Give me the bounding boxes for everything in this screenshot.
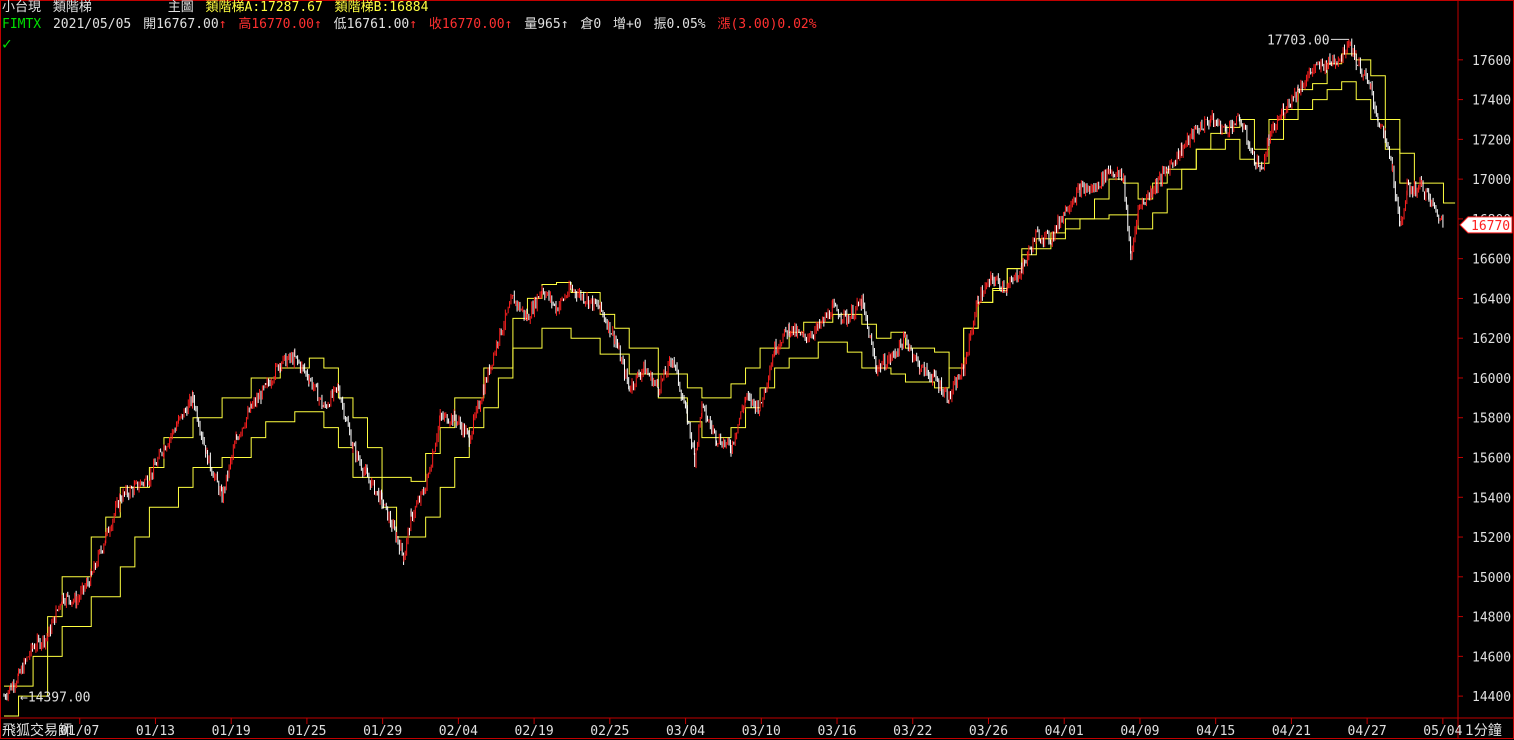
interval-button[interactable]: 1分鐘 <box>1465 720 1502 740</box>
x-tick-label: 03/22 <box>893 724 932 739</box>
indicator-name: 類階梯 <box>52 0 92 15</box>
symbol-name: 小台現 <box>2 0 42 15</box>
x-tick-label: 03/16 <box>817 724 856 739</box>
y-tick-label: 14800 <box>1472 611 1511 626</box>
checkmark-icon[interactable]: ✓ <box>2 36 12 52</box>
brand-label: 飛狐交易師 <box>2 723 72 739</box>
y-tick-label: 15400 <box>1472 491 1511 506</box>
x-tick-label: 04/27 <box>1348 724 1387 739</box>
x-tick-label: 03/04 <box>666 724 705 739</box>
up-arrow-icon: ↑ <box>313 17 322 32</box>
quote-date: 2021/05/05 <box>52 17 132 32</box>
y-tick-label: 16600 <box>1472 253 1511 268</box>
y-tick-label: 15000 <box>1472 571 1511 586</box>
x-tick-label: 01/13 <box>136 724 175 739</box>
last-price-label: 16770 <box>1471 219 1510 234</box>
ladder-line-a <box>4 53 1456 687</box>
x-tick-label: 04/15 <box>1196 724 1235 739</box>
x-tick-label: 01/29 <box>363 724 402 739</box>
panel-label: 主圖 <box>167 0 194 15</box>
y-tick-label: 14400 <box>1472 690 1511 705</box>
up-arrow-icon: ↑ <box>560 17 569 32</box>
low-value: 低16761.00 <box>333 17 410 32</box>
open-value: 開16767.00 <box>143 17 219 32</box>
x-tick-label: 04/01 <box>1045 724 1084 739</box>
y-tick-label: 15600 <box>1472 452 1511 467</box>
up-arrow-icon: ↑ <box>504 17 513 32</box>
open-interest-value: 倉0 <box>580 17 602 32</box>
y-tick-label: 17200 <box>1472 133 1511 148</box>
volume-value: 量965 <box>524 17 561 32</box>
y-tick-label: 17000 <box>1472 173 1511 188</box>
x-tick-label: 01/25 <box>287 724 326 739</box>
x-tick-label: 02/19 <box>515 724 554 739</box>
min-price-label: ←14397.00 <box>20 691 90 706</box>
y-tick-label: 17400 <box>1472 94 1511 109</box>
ladder-line-b <box>4 81 1412 717</box>
x-tick-label: 04/21 <box>1272 724 1311 739</box>
up-arrow-icon: ↑ <box>409 17 418 32</box>
title-row: 小台現 類階梯 主圖 類階梯A:17287.67 類階梯B:16884 <box>2 0 432 16</box>
x-tick-label: 04/09 <box>1120 724 1159 739</box>
high-value: 高16770.00 <box>238 17 314 32</box>
y-tick-label: 15200 <box>1472 531 1511 546</box>
quote-row: FIMTX 2021/05/05 開16767.00↑ 高16770.00↑ 低… <box>2 17 821 33</box>
oi-change-value: 增+0 <box>613 17 642 32</box>
x-tick-label: 01/19 <box>212 724 251 739</box>
x-tick-label: 02/25 <box>590 724 629 739</box>
ladder-b-value: 類階梯B:16884 <box>334 0 429 15</box>
y-tick-label: 17600 <box>1472 54 1511 69</box>
amplitude-value: 振0.05% <box>653 17 706 32</box>
change-value: 漲(3.00)0.02% <box>717 17 817 32</box>
x-tick-label: 02/04 <box>439 724 478 739</box>
max-price-label: 17703.00 <box>1267 33 1330 48</box>
y-tick-label: 16400 <box>1472 292 1511 307</box>
y-tick-label: 16000 <box>1472 372 1511 387</box>
close-value: 收16770.00 <box>428 17 505 32</box>
symbol-code: FIMTX <box>2 17 42 32</box>
up-arrow-icon: ↑ <box>218 17 227 32</box>
ladder-a-value: 類階梯A:17287.67 <box>205 0 323 15</box>
y-tick-label: 14600 <box>1472 650 1511 665</box>
x-tick-label: 05/04 <box>1423 724 1462 739</box>
price-chart[interactable]: 14400 14600 14800 15000 15200 15400 15600 15800… <box>0 0 1514 739</box>
x-tick-label: 03/26 <box>969 724 1008 739</box>
y-tick-label: 16200 <box>1472 332 1511 347</box>
y-tick-label: 15800 <box>1472 412 1511 427</box>
x-tick-label: 03/10 <box>742 724 781 739</box>
